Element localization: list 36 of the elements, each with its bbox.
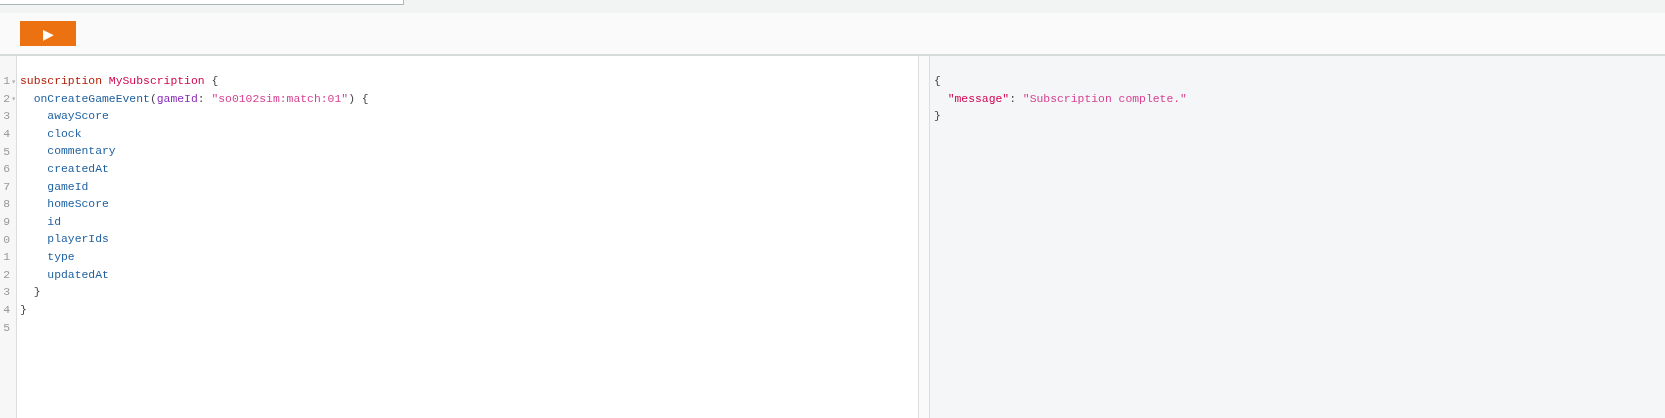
code-line: } (33, 285, 41, 301)
code-line: awayScore (47, 109, 109, 125)
code-line: onCreateGameEvent(gameId: "so0102sim:match:01") { (33, 91, 369, 107)
input-field[interactable] (0, 0, 404, 5)
code-line: homeScore (47, 197, 109, 213)
line-number: 7 (3, 179, 10, 195)
line-number: 8 (3, 197, 10, 213)
code-line: createdAt (47, 161, 109, 177)
line-number: 5 (3, 320, 10, 336)
code-line: "message": "Subscription complete." (947, 91, 1187, 107)
line-number: 5 (3, 144, 10, 160)
line-number: 4 (3, 127, 10, 142)
line-number: 3 (3, 109, 10, 125)
line-number: 0 (3, 232, 10, 248)
code-line: gameId (47, 179, 89, 195)
line-number: 2 (3, 91, 11, 107)
code-line: subscription MySubscription { (20, 74, 219, 89)
line-number: 2 (3, 267, 10, 283)
line-number: 4 (3, 302, 10, 318)
line-number: 1 (3, 250, 10, 266)
code-line: type (47, 249, 75, 265)
code-line: { (934, 74, 941, 89)
line-number: 1 (3, 74, 11, 90)
fold-marker[interactable]: ▾ (11, 75, 16, 88)
code-line: id (47, 214, 61, 230)
line-number: 9 (3, 215, 10, 230)
code-line: updatedAt (47, 267, 109, 283)
code-line: commentary (47, 144, 116, 160)
code-line: } (934, 109, 941, 125)
code-line: clock (47, 126, 82, 142)
line-number: 6 (3, 162, 10, 178)
code-line: } (20, 302, 27, 318)
fold-marker[interactable]: ▾ (11, 93, 16, 106)
line-number: 3 (3, 285, 10, 301)
code-line: playerIds (47, 232, 109, 248)
run-button[interactable]: ▶ (20, 21, 76, 46)
